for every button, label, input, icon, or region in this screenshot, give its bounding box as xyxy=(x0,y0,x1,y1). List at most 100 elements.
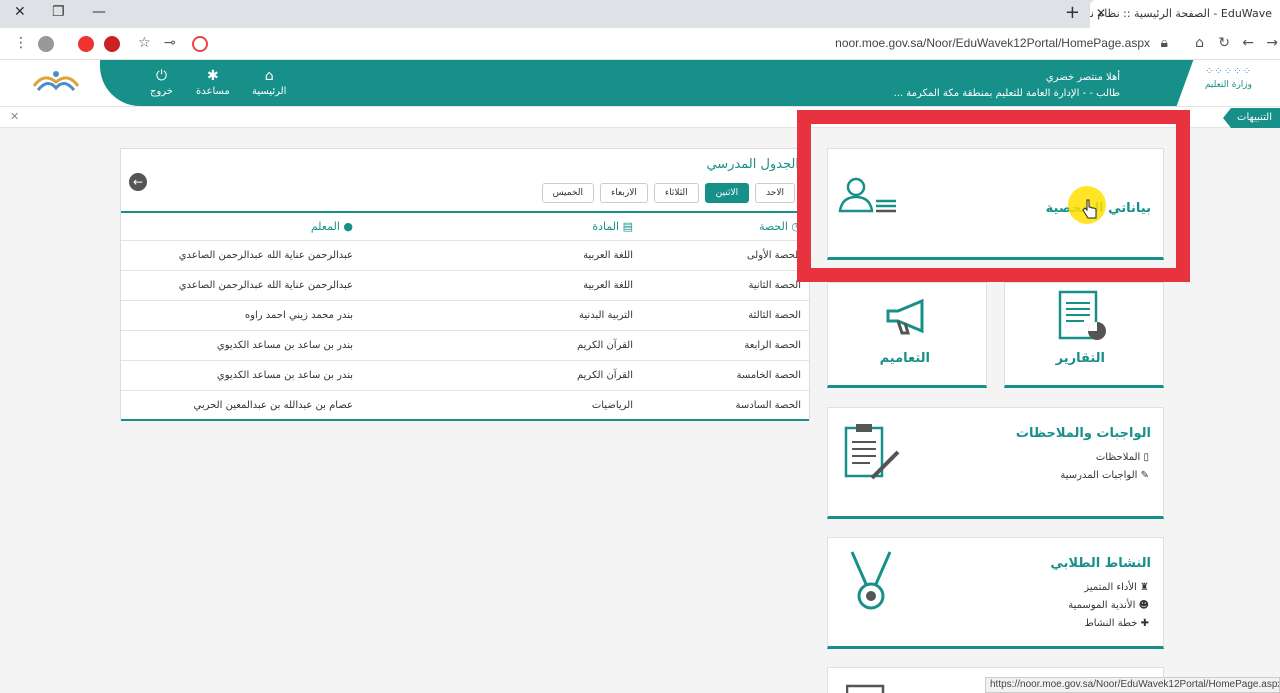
subject-cell: الرياضيات xyxy=(591,400,633,411)
tab-day-wednesday[interactable]: الاربعاء xyxy=(600,183,648,203)
table-row: الحصة الخامسة القرآن الكريم بندر بن ساعد… xyxy=(121,361,809,391)
tab-day-tuesday[interactable]: الثلاثاء xyxy=(653,183,699,203)
browser-tab[interactable]: EduWave - الصفحة الرئيسية :: نظام نور ✕ xyxy=(1090,0,1280,28)
power-icon: ⏻ xyxy=(155,68,168,84)
trophy-icon: ♜ xyxy=(1136,582,1149,593)
adblock-extension-icon[interactable] xyxy=(104,36,120,52)
tab-day-thursday[interactable]: الخميس xyxy=(541,183,595,203)
browser-tab-bar: ✕ ❐ — + EduWave - الصفحة الرئيسية :: نظا… xyxy=(0,0,1280,28)
homework-notes-title[interactable]: الواجبات والملاحظات xyxy=(1016,426,1151,441)
subject-column-header: ▤ المادة xyxy=(592,220,633,233)
document-icon: ▯ xyxy=(1140,452,1149,463)
table-row: الحصة السادسة الرياضيات عصام بن عبدالله … xyxy=(121,391,809,421)
schedule-table: ◷ الحصة ▤ المادة ● المعلم الحصة الأولى ا… xyxy=(121,211,809,421)
gear-icon: ✱ xyxy=(207,68,219,84)
help-button[interactable]: ✱ مساعدة xyxy=(196,68,230,97)
opera-extension-icon[interactable] xyxy=(78,36,94,52)
student-activity-card: النشاط الطلابي ♜ الأداء المتميز ☻ الأندي… xyxy=(827,537,1164,649)
card-icon xyxy=(846,684,885,693)
subject-cell: اللغة العربية xyxy=(583,250,633,261)
activity-plan-link[interactable]: ✚ خطة النشاط xyxy=(1084,618,1149,629)
new-tab-button[interactable]: + xyxy=(1065,2,1080,23)
reload-icon[interactable]: ↻ xyxy=(1218,35,1230,51)
period-cell: الحصة الثالثة xyxy=(748,310,801,321)
circulars-label: التعاميم xyxy=(879,351,930,366)
subject-header-label: المادة xyxy=(592,220,620,233)
table-row: الحصة الثانية اللغة العربية عبدالرحمن عن… xyxy=(121,271,809,301)
tab-close-icon[interactable]: ✕ xyxy=(1096,6,1106,20)
teacher-cell: بندر بن ساعد بن مساعد الكديوي xyxy=(216,340,353,351)
menu-dots-icon[interactable]: ⋮ xyxy=(14,35,28,51)
excellent-performance-label: الأداء المتميز xyxy=(1084,582,1137,593)
teacher-cell: بندر محمد زيني احمد راوه xyxy=(244,310,353,321)
seasonal-clubs-link[interactable]: ☻ الأندية الموسمية xyxy=(1068,600,1149,611)
minimize-window-icon[interactable]: — xyxy=(92,4,106,20)
table-row: الحصة الرابعة القرآن الكريم بندر بن ساعد… xyxy=(121,331,809,361)
address-bar: ⋮ ☆ ⊸ noor.moe.gov.sa/Noor/EduWavek12Por… xyxy=(0,28,1280,60)
close-window-icon[interactable]: ✕ xyxy=(14,4,26,20)
homework-link[interactable]: ✎ الواجبات المدرسية xyxy=(1060,470,1149,481)
close-alerts-icon[interactable]: ✕ xyxy=(10,110,19,123)
restore-window-icon[interactable]: ❐ xyxy=(52,4,65,20)
highlight-frame xyxy=(797,110,1190,282)
forward-arrow-icon[interactable]: → xyxy=(1266,35,1278,51)
circulars-card[interactable]: التعاميم xyxy=(827,282,987,388)
subject-cell: القرآن الكريم xyxy=(576,340,633,351)
home-label: الرئيسية xyxy=(252,86,287,97)
back-arrow-icon[interactable]: ← xyxy=(1242,35,1254,51)
clipboard-pencil-icon xyxy=(844,424,900,480)
puzzle-icon: ✚ xyxy=(1137,618,1149,629)
period-cell: الحصة الخامسة xyxy=(736,370,801,381)
period-cell: الحصة الأولى xyxy=(746,250,801,261)
tab-title: EduWave - الصفحة الرئيسية :: نظام نور xyxy=(1090,7,1272,20)
school-schedule-panel: الجدول المدرسي ← الاحد الاثنين الثلاثاء … xyxy=(120,148,810,421)
teacher-cell: عصام بن عبدالله بن عبدالمعين الحربي xyxy=(193,400,353,411)
key-icon[interactable]: ⊸ xyxy=(164,35,176,51)
period-cell: الحصة الرابعة xyxy=(744,340,801,351)
excellent-performance-link[interactable]: ♜ الأداء المتميز xyxy=(1084,582,1149,593)
book-icon: ▤ xyxy=(619,220,633,233)
status-bar-url: https://noor.moe.gov.sa/Noor/EduWavek12P… xyxy=(985,677,1280,693)
help-label: مساعدة xyxy=(196,86,230,97)
student-activity-title[interactable]: النشاط الطلابي xyxy=(1050,556,1151,571)
group-icon: ☻ xyxy=(1135,600,1149,611)
table-row: الحصة الأولى اللغة العربية عبدالرحمن عنا… xyxy=(121,241,809,271)
bookmark-star-icon[interactable]: ☆ xyxy=(138,35,151,51)
role-text: طالب - - الإدارة العامة للتعليم بمنطقة م… xyxy=(893,88,1120,99)
alerts-label[interactable]: التنبيهات xyxy=(1223,108,1280,128)
logout-button[interactable]: ⏻ خروج xyxy=(150,68,173,97)
profile-avatar-icon[interactable] xyxy=(38,36,54,52)
tab-day-monday[interactable]: الاثنين xyxy=(704,183,750,203)
notes-label: الملاحظات xyxy=(1095,452,1141,463)
ministry-label: وزارة التعليم xyxy=(1204,80,1252,90)
period-header-label: الحصة xyxy=(758,220,788,233)
arrow-left-circle-icon[interactable]: ← xyxy=(129,173,147,191)
medal-icon xyxy=(850,551,892,610)
subject-cell: القرآن الكريم xyxy=(576,370,633,381)
tab-day-sunday[interactable]: الاحد xyxy=(755,183,795,203)
home-icon[interactable]: ⌂ xyxy=(1195,35,1204,51)
schedule-title: الجدول المدرسي xyxy=(706,157,799,172)
teacher-cell: بندر بن ساعد بن مساعد الكديوي xyxy=(216,370,353,381)
home-icon: ⌂ xyxy=(264,68,274,84)
teacher-cell: عبدالرحمن عناية الله عبدالرحمن الصاعدي xyxy=(178,250,353,261)
reports-card[interactable]: التقارير xyxy=(1004,282,1164,388)
period-column-header: ◷ الحصة xyxy=(759,220,801,233)
home-button[interactable]: ⌂ الرئيسية xyxy=(252,68,286,97)
noor-logo xyxy=(30,66,82,100)
activity-plan-label: خطة النشاط xyxy=(1084,618,1138,629)
notes-link[interactable]: ▯ الملاحظات xyxy=(1096,452,1149,463)
subject-cell: اللغة العربية xyxy=(583,280,633,291)
teacher-cell: عبدالرحمن عناية الله عبدالرحمن الصاعدي xyxy=(178,280,353,291)
edit-icon: ✎ xyxy=(1137,470,1149,481)
report-document-icon xyxy=(1058,290,1106,340)
period-cell: الحصة السادسة xyxy=(735,400,801,411)
url-field[interactable]: noor.moe.gov.sa/Noor/EduWavek12Portal/Ho… xyxy=(835,36,1150,50)
table-header-row: ◷ الحصة ▤ المادة ● المعلم xyxy=(121,213,809,241)
welcome-text: أهلا منتصر خضري xyxy=(1045,72,1120,83)
megaphone-icon xyxy=(886,298,924,335)
extension-icon[interactable] xyxy=(192,36,208,52)
seasonal-clubs-label: الأندية الموسمية xyxy=(1068,600,1136,611)
table-row: الحصة الثالثة التربية البدنية بندر محمد … xyxy=(121,301,809,331)
ministry-logo: ⁘⁘⁘⁘⁘ وزارة التعليم xyxy=(1172,66,1252,100)
